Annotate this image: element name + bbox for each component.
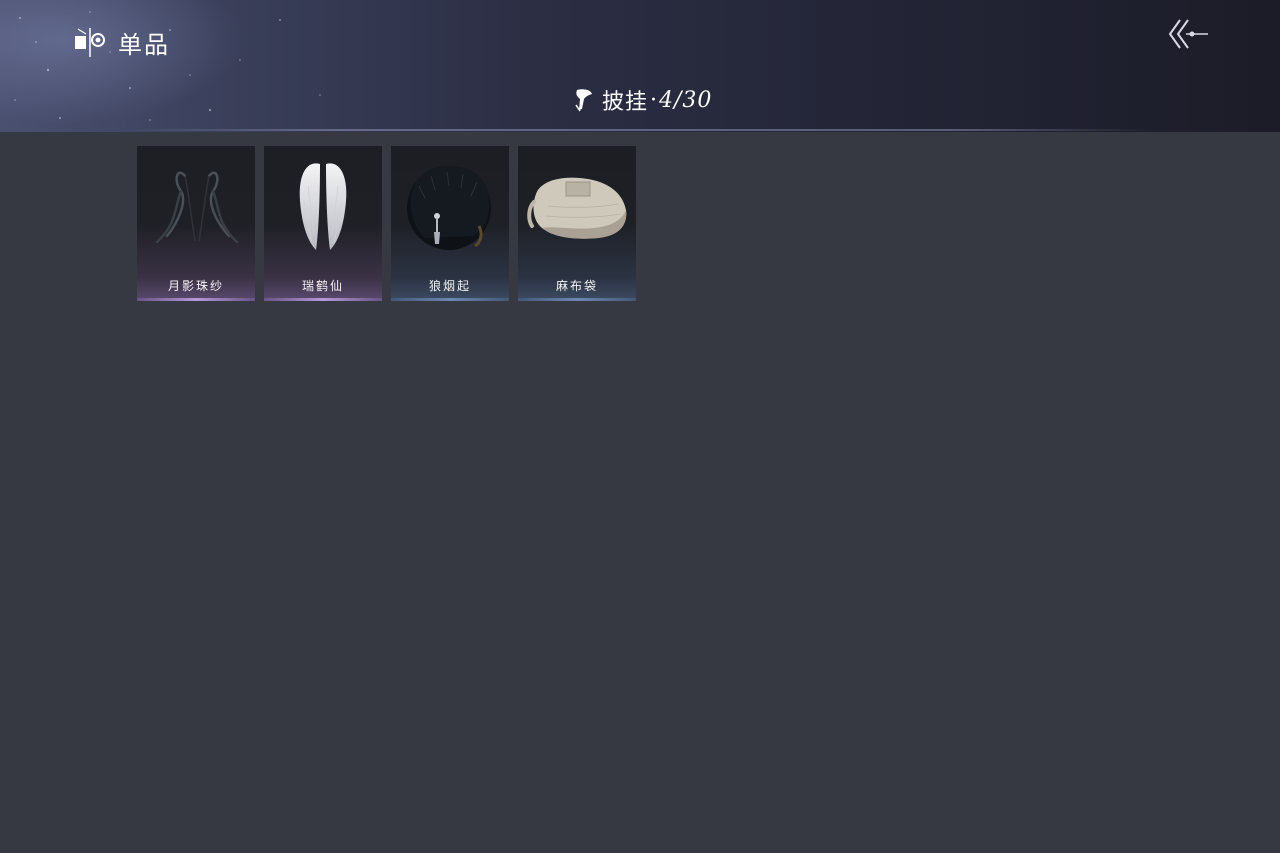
item-card-burlap-sack[interactable]: 麻布袋 <box>518 146 636 301</box>
header-divider <box>128 129 1152 131</box>
category-header: 披挂 · 4/30 <box>572 84 712 116</box>
item-name: 麻布袋 <box>555 279 598 293</box>
burlap-sack-icon <box>527 177 627 239</box>
back-arrow-icon[interactable] <box>1166 16 1212 52</box>
item-grid: 月影珠纱 瑞鹤仙 狼烟起 麻布袋 <box>137 146 645 301</box>
crane-wings-icon <box>299 163 347 250</box>
item-name: 瑞鹤仙 <box>301 279 344 293</box>
item-card-wolf-smoke[interactable]: 狼烟起 <box>391 146 509 301</box>
starfield-decoration <box>14 11 321 121</box>
page-title: 单品 <box>118 30 170 59</box>
wardrobe-icon <box>75 28 105 57</box>
rarity-bar <box>137 298 255 301</box>
bead-veil-icon <box>155 171 239 244</box>
item-card-moon-shadow-veil[interactable]: 月影珠纱 <box>137 146 255 301</box>
item-name: 月影珠纱 <box>167 279 224 293</box>
item-card-auspicious-crane[interactable]: 瑞鹤仙 <box>264 146 382 301</box>
category-separator: · <box>650 87 658 113</box>
rarity-bar <box>391 298 509 301</box>
wolf-fur-cape-icon <box>407 165 491 250</box>
category-label: 披挂 <box>602 90 649 115</box>
top-bar: 单品 披挂 · 4/30 <box>0 0 1280 132</box>
item-name: 狼烟起 <box>428 279 471 293</box>
category-count: 4/30 <box>659 87 713 113</box>
cape-icon <box>575 89 592 112</box>
rarity-bar <box>264 298 382 301</box>
rarity-bar <box>518 298 636 301</box>
page-title-group: 单品 <box>72 24 170 60</box>
